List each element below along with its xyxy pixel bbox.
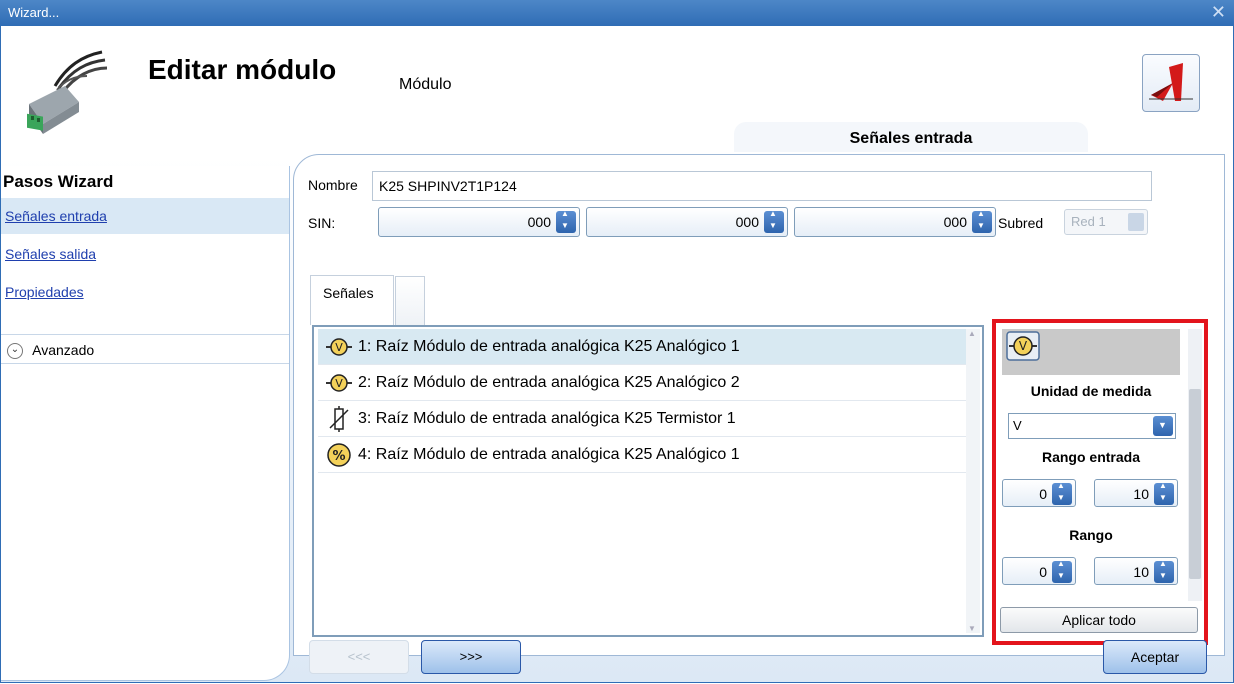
advanced-expander[interactable]: ⌄ Avanzado (1, 334, 289, 364)
sin-value-2: 000 (735, 214, 759, 230)
spin-arrows-icon[interactable] (764, 209, 784, 233)
sin-value-1: 000 (527, 214, 551, 230)
sin-label: SIN: (308, 215, 336, 231)
sin-stepper-1[interactable]: 000 (378, 207, 580, 237)
page-subtitle: Módulo (399, 76, 452, 93)
voltage-icon: V (326, 374, 352, 392)
sin-stepper-3[interactable]: 000 (794, 207, 996, 237)
apply-all-button[interactable]: Aplicar todo (1000, 607, 1198, 633)
signal-row-4[interactable]: % 4: Raíz Módulo de entrada analógica K2… (318, 437, 970, 473)
sin-stepper-2[interactable]: 000 (586, 207, 788, 237)
sin-value-3: 000 (943, 214, 967, 230)
svg-text:%: % (332, 449, 345, 464)
chevron-down-icon: ⌄ (7, 343, 23, 360)
spin-arrows-icon[interactable] (556, 209, 576, 233)
range-min[interactable]: 0 (1002, 557, 1076, 585)
close-icon[interactable]: ✕ (1211, 2, 1226, 23)
signal-row-text: 2: Raíz Módulo de entrada analógica K25 … (358, 374, 740, 391)
wizard-frame: Editar módulo Módulo Señales entrada Pas… (0, 26, 1234, 683)
tab-senales[interactable]: Señales (310, 275, 425, 326)
signal-properties-panel: V Unidad de medida V Rango entrada 0 10 … (992, 319, 1208, 645)
voltage-icon: V (1006, 331, 1040, 361)
range-max[interactable]: 10 (1094, 557, 1178, 585)
signal-row-text: 4: Raíz Módulo de entrada analógica K25 … (358, 446, 740, 463)
signal-row-1[interactable]: V 1: Raíz Módulo de entrada analógica K2… (318, 329, 970, 365)
signal-row-text: 3: Raíz Módulo de entrada analógica K25 … (358, 410, 736, 427)
input-range-title: Rango entrada (1041, 449, 1140, 465)
percent-icon: % (327, 443, 351, 467)
next-button[interactable]: >>> (421, 640, 521, 674)
spin-arrows-icon[interactable] (1052, 481, 1072, 505)
step-propiedades[interactable]: Propiedades (1, 274, 289, 310)
input-range-max[interactable]: 10 (1094, 479, 1178, 507)
brand-logo-button[interactable] (1142, 54, 1200, 112)
tab-separator (395, 276, 425, 326)
unit-value: V (1013, 418, 1022, 433)
module-device-icon (27, 50, 108, 134)
spin-arrows-icon[interactable] (1052, 559, 1072, 583)
chevron-down-icon[interactable] (1153, 416, 1173, 436)
input-range-min-value: 0 (1039, 486, 1047, 502)
name-field[interactable]: K25 SHPINV2T1P124 (372, 171, 1152, 201)
signal-row-text: 1: Raíz Módulo de entrada analógica K25 … (358, 338, 740, 355)
advanced-label: Avanzado (32, 342, 95, 358)
range-max-value: 10 (1133, 564, 1149, 580)
wizard-steps-sidebar: Pasos Wizard Señales entrada Señales sal… (1, 166, 290, 681)
unit-title: Unidad de medida (1030, 383, 1152, 399)
voltage-icon: V (326, 338, 352, 356)
step-senales-entrada[interactable]: Señales entrada (1, 198, 289, 234)
range-title: Rango (1069, 527, 1113, 543)
spin-arrows-icon[interactable] (1154, 481, 1174, 505)
window-titlebar: Wizard... ✕ (0, 0, 1234, 26)
spin-arrows-icon[interactable] (972, 209, 992, 233)
spin-arrows-icon[interactable] (1154, 559, 1174, 583)
scroll-thumb[interactable] (1189, 389, 1201, 579)
signals-scrollbar[interactable]: ▲ ▼ (966, 329, 980, 633)
tab-senales-label: Señales (323, 285, 374, 301)
window-title: Wizard... (8, 5, 60, 20)
thermistor-icon (329, 406, 349, 432)
page-title: Editar módulo (148, 54, 337, 85)
range-min-value: 0 (1039, 564, 1047, 580)
input-range-max-value: 10 (1133, 486, 1149, 502)
steps-title: Pasos Wizard (3, 172, 114, 191)
properties-header: V (1002, 329, 1180, 375)
step-senales-salida[interactable]: Señales salida (1, 236, 289, 272)
name-label: Nombre (308, 177, 358, 193)
subnet-value: Red 1 (1071, 214, 1106, 229)
svg-text:V: V (335, 341, 343, 354)
tab-senales-entrada[interactable]: Señales entrada (734, 122, 1088, 152)
scroll-up-icon[interactable]: ▲ (968, 329, 976, 338)
scroll-down-icon[interactable]: ▼ (968, 624, 976, 633)
subnet-label: Subred (998, 215, 1044, 231)
dropdown-arrow-icon (1128, 213, 1144, 231)
content-panel: Nombre K25 SHPINV2T1P124 SIN: 000 000 00… (293, 154, 1225, 656)
signal-row-2[interactable]: V 2: Raíz Módulo de entrada analógica K2… (318, 365, 970, 401)
svg-text:V: V (1019, 339, 1028, 353)
input-range-min[interactable]: 0 (1002, 479, 1076, 507)
signals-list[interactable]: V 1: Raíz Módulo de entrada analógica K2… (312, 325, 984, 637)
accept-button[interactable]: Aceptar (1103, 640, 1207, 674)
properties-scrollbar[interactable] (1188, 329, 1202, 601)
signal-row-3[interactable]: 3: Raíz Módulo de entrada analógica K25 … (318, 401, 970, 437)
unit-select[interactable]: V (1008, 413, 1176, 439)
svg-text:V: V (335, 377, 343, 390)
previous-button: <<< (309, 640, 409, 674)
brand-logo-icon (1149, 63, 1193, 101)
subnet-select: Red 1 (1064, 209, 1148, 235)
